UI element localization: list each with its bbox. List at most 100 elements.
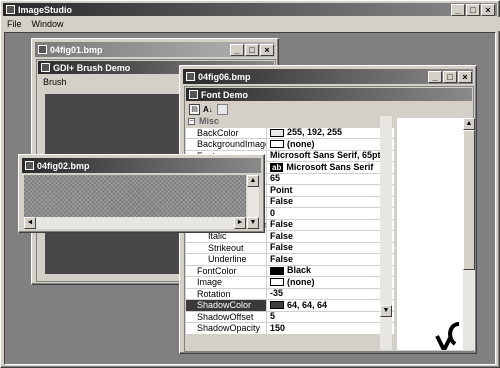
property-value-text: 5 <box>270 311 276 322</box>
property-value[interactable]: 5 <box>267 311 394 322</box>
property-value-text: -35 <box>270 288 284 299</box>
alphabetical-icon[interactable]: A↓ <box>203 104 214 115</box>
window-fig01-titlebar[interactable]: 04fig01.bmp _ □ × <box>35 42 275 57</box>
close-button[interactable]: × <box>260 44 274 56</box>
property-value-text: Point <box>270 185 293 195</box>
app-icon <box>6 5 15 14</box>
property-row[interactable]: BackColor 255, 192, 255 <box>186 127 394 139</box>
color-swatch <box>270 278 284 287</box>
property-value-text: False <box>270 231 294 241</box>
scroll-left-button[interactable]: ◄ <box>24 217 36 229</box>
property-value-text: Microsoft Sans Serif <box>286 162 374 172</box>
color-swatch <box>270 140 284 149</box>
property-row[interactable]: ShadowColor 64, 64, 64 <box>186 300 394 312</box>
window-fig02: 04fig02.bmp ▲ ▼ ◄ ► <box>18 154 265 233</box>
property-row[interactable]: BackgroundImage (none) <box>186 139 394 151</box>
property-value[interactable]: Microsoft Sans Serif, 65pt <box>267 150 394 161</box>
property-value[interactable]: ab Microsoft Sans Serif <box>267 162 394 173</box>
property-value-text: 255, 192, 255 <box>287 127 343 138</box>
scroll-down-button[interactable]: ▼ <box>247 217 259 229</box>
property-value[interactable]: Point <box>267 185 394 196</box>
property-value[interactable]: 65 <box>267 173 394 184</box>
window-icon <box>25 161 34 170</box>
font-demo-canvas <box>397 118 463 350</box>
minimize-button[interactable]: _ <box>428 71 442 83</box>
property-value-text: (none) <box>287 277 315 287</box>
propgrid-toolbar: ▤ A↓ <box>189 103 389 116</box>
property-name: Underline <box>186 254 267 265</box>
scroll-up-button[interactable]: ▲ <box>463 118 475 130</box>
property-value[interactable]: False <box>267 231 394 242</box>
property-name: Image <box>186 277 267 288</box>
property-name: Strikeout <box>186 242 267 253</box>
property-row[interactable]: ShadowOpacity 150 <box>186 323 394 335</box>
property-value-text: False <box>270 242 294 253</box>
property-value-text: False <box>270 219 294 230</box>
property-value[interactable]: Black <box>267 265 394 276</box>
scroll-right-button[interactable]: ► <box>234 217 246 229</box>
property-row[interactable]: Strikeout False <box>186 242 394 254</box>
property-pages-icon[interactable] <box>217 104 228 115</box>
property-row[interactable]: FontColor Black <box>186 265 394 277</box>
window-fig02-title: 04fig02.bmp <box>37 160 90 171</box>
property-row[interactable]: ShadowOffset 5 <box>186 311 394 323</box>
property-value[interactable]: 255, 192, 255 <box>267 127 394 138</box>
maximize-button[interactable]: □ <box>466 4 480 16</box>
property-value-text: 64, 64, 64 <box>287 300 328 310</box>
property-value-text: 0 <box>270 208 276 218</box>
window-icon <box>186 72 195 81</box>
fig02-horizontal-scrollbar[interactable]: ◄ ► <box>24 217 246 229</box>
property-row[interactable]: Image (none) <box>186 277 394 289</box>
property-value-text: False <box>270 196 294 207</box>
close-button[interactable]: × <box>458 71 472 83</box>
menu-file[interactable]: File <box>7 19 22 29</box>
property-name: BackgroundImage <box>186 139 267 150</box>
property-value[interactable]: 0 <box>267 208 394 219</box>
property-value[interactable]: False <box>267 196 394 207</box>
property-value-text: (none) <box>287 139 315 149</box>
property-value[interactable]: 150 <box>267 323 394 334</box>
window-fig02-titlebar[interactable]: 04fig02.bmp <box>22 158 261 173</box>
category-row[interactable]: − Misc <box>186 116 394 128</box>
window-icon <box>189 90 198 99</box>
property-value[interactable]: (none) <box>267 139 394 150</box>
canvas-vertical-scrollbar[interactable]: ▲ <box>463 118 475 350</box>
property-name: ShadowOpacity <box>186 323 267 334</box>
category-label: Misc <box>199 115 220 126</box>
menu-window[interactable]: Window <box>32 19 64 29</box>
rendered-text-fragment <box>435 322 460 350</box>
property-value[interactable]: False <box>267 219 394 230</box>
property-row[interactable]: Underline False <box>186 254 394 266</box>
color-swatch <box>270 301 284 310</box>
collapse-icon[interactable]: − <box>188 117 195 125</box>
property-value[interactable]: False <box>267 254 394 265</box>
maximize-button[interactable]: □ <box>443 71 457 83</box>
close-button[interactable]: × <box>481 4 495 16</box>
color-swatch <box>270 266 284 275</box>
property-value-text: Microsoft Sans Serif, 65pt <box>270 150 381 161</box>
property-value-text: Black <box>287 265 312 276</box>
property-row[interactable]: Rotation -35 <box>186 288 394 300</box>
property-name: FontColor <box>186 265 267 276</box>
property-value-text: False <box>270 254 294 264</box>
app-titlebar[interactable]: ImageStudio _ □ × <box>3 3 497 16</box>
shadowcolor-dropdown-button[interactable]: ▼ <box>380 305 392 317</box>
minimize-button[interactable]: _ <box>230 44 244 56</box>
brush-menu[interactable]: Brush <box>43 77 67 87</box>
categorized-icon[interactable]: ▤ <box>189 104 200 115</box>
color-swatch <box>270 128 284 137</box>
font-preview-glyph: ab <box>270 162 284 172</box>
property-value[interactable]: 64, 64, 64 <box>267 300 394 311</box>
fig06-inner-titlebar[interactable]: Font Demo <box>186 88 472 101</box>
scroll-up-button[interactable]: ▲ <box>247 175 259 187</box>
scroll-thumb[interactable] <box>463 130 475 270</box>
property-value[interactable]: -35 <box>267 288 394 299</box>
fig02-vertical-scrollbar[interactable]: ▲ ▼ <box>247 175 259 229</box>
maximize-button[interactable]: □ <box>245 44 259 56</box>
minimize-button[interactable]: _ <box>451 4 465 16</box>
window-fig06-titlebar[interactable]: 04fig06.bmp _ □ × <box>183 69 473 84</box>
window-icon <box>41 63 50 72</box>
property-value[interactable]: (none) <box>267 277 394 288</box>
property-value[interactable]: False <box>267 242 394 253</box>
window-icon <box>38 45 47 54</box>
